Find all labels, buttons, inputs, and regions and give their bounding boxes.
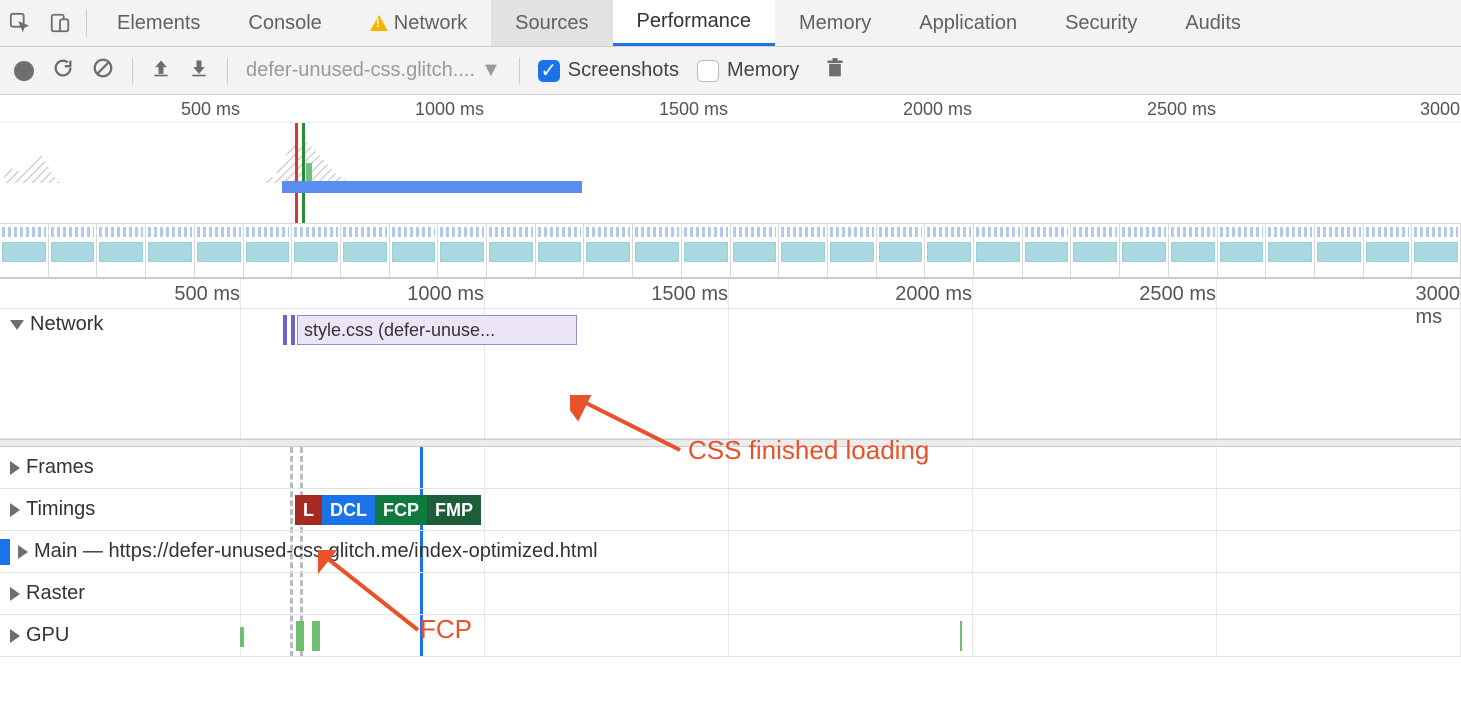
tab-memory[interactable]: Memory: [775, 0, 895, 46]
timing-badges: L DCL FCP FMP: [295, 495, 481, 525]
memory-label: Memory: [727, 59, 799, 82]
recording-select-label: defer-unused-css.glitch....: [246, 59, 475, 82]
tick-label: 2000 ms: [903, 99, 972, 120]
chevron-right-icon: [10, 629, 20, 643]
tab-security[interactable]: Security: [1041, 0, 1161, 46]
pane-splitter[interactable]: [0, 439, 1461, 447]
performance-toolbar: defer-unused-css.glitch.... ▼ ✓ Screensh…: [0, 47, 1461, 95]
checkbox-checked-icon: ✓: [538, 60, 560, 82]
track-timings-label: Timings: [26, 498, 95, 521]
gpu-activity: [960, 621, 962, 651]
inspect-icon[interactable]: [0, 0, 40, 46]
timeline-overview[interactable]: 500 ms 1000 ms 1500 ms 2000 ms 2500 ms 3…: [0, 95, 1461, 279]
reload-icon[interactable]: [52, 57, 74, 85]
overview-ruler: 500 ms 1000 ms 1500 ms 2000 ms 2500 ms 3…: [0, 95, 1461, 123]
overview-fcp-marker: [302, 123, 305, 223]
divider: [519, 58, 520, 84]
network-request-wait: [283, 315, 295, 345]
track-network[interactable]: Network style.css (defer-unuse...: [0, 309, 1461, 439]
tab-performance[interactable]: Performance: [613, 0, 776, 46]
track-main-label: Main — https://defer-unused-css.glitch.m…: [34, 540, 598, 563]
tab-network[interactable]: Network: [346, 0, 491, 46]
chevron-right-icon: [10, 503, 20, 517]
tab-application[interactable]: Application: [895, 0, 1041, 46]
timing-badge-fcp[interactable]: FCP: [375, 495, 427, 525]
timing-badge-dcl[interactable]: DCL: [322, 495, 375, 525]
tick-label: 1500 ms: [659, 99, 728, 120]
warning-icon: [370, 15, 388, 31]
tick-label: 3000: [1420, 99, 1460, 120]
overview-body: [0, 123, 1461, 223]
track-raster[interactable]: Raster: [0, 573, 1461, 615]
tick-label: 1000 ms: [407, 283, 484, 306]
overview-load-marker: [295, 123, 298, 223]
tab-sources[interactable]: Sources: [491, 0, 612, 46]
clear-icon[interactable]: [92, 57, 114, 85]
lower-tracks: Frames Timings L DCL FCP FMP Main — http…: [0, 447, 1461, 657]
tick-label: 2500 ms: [1139, 283, 1216, 306]
chevron-right-icon: [10, 587, 20, 601]
tick-label: 500 ms: [174, 283, 240, 306]
devtools-tabbar: Elements Console Network Sources Perform…: [0, 0, 1461, 47]
chevron-right-icon: [10, 461, 20, 475]
track-gpu-label: GPU: [26, 624, 69, 647]
track-raster-label: Raster: [26, 582, 85, 605]
record-button[interactable]: [14, 61, 34, 81]
chevron-down-icon: ▼: [481, 59, 501, 82]
gpu-activity: [240, 627, 244, 647]
tick-label: 2000 ms: [895, 283, 972, 306]
tick-label: 1500 ms: [651, 283, 728, 306]
track-network-header[interactable]: Network: [0, 313, 103, 336]
network-request-bar[interactable]: style.css (defer-unuse...: [297, 315, 577, 345]
chevron-down-icon: [10, 320, 24, 330]
detail-ruler: 500 ms 1000 ms 1500 ms 2000 ms 2500 ms 3…: [0, 279, 1461, 309]
track-frames-label: Frames: [26, 456, 94, 479]
timing-badge-l[interactable]: L: [295, 495, 322, 525]
overview-network-bar: [282, 181, 582, 193]
tick-label: 500 ms: [181, 99, 240, 120]
divider: [132, 58, 133, 84]
tab-elements[interactable]: Elements: [93, 0, 224, 46]
tab-network-label: Network: [394, 12, 467, 35]
tab-console[interactable]: Console: [224, 0, 345, 46]
checkbox-icon: [697, 60, 719, 82]
track-gpu[interactable]: GPU: [0, 615, 1461, 657]
gpu-activity: [296, 621, 304, 651]
divider: [227, 58, 228, 84]
tick-label: 2500 ms: [1147, 99, 1216, 120]
download-icon[interactable]: [189, 58, 209, 84]
memory-toggle[interactable]: Memory: [697, 59, 799, 82]
recording-select[interactable]: defer-unused-css.glitch.... ▼: [246, 59, 501, 82]
chevron-right-icon: [18, 545, 28, 559]
gpu-activity: [312, 621, 320, 651]
screenshots-label: Screenshots: [568, 59, 679, 82]
screenshots-toggle[interactable]: ✓ Screenshots: [538, 59, 679, 82]
divider: [86, 9, 87, 37]
track-network-label: Network: [30, 313, 103, 336]
upload-icon[interactable]: [151, 58, 171, 84]
track-timings[interactable]: Timings L DCL FCP FMP: [0, 489, 1461, 531]
screenshot-filmstrip[interactable]: [0, 223, 1461, 278]
tab-audits[interactable]: Audits: [1161, 0, 1265, 46]
timing-badge-fmp[interactable]: FMP: [427, 495, 481, 525]
flamechart-area[interactable]: 500 ms 1000 ms 1500 ms 2000 ms 2500 ms 3…: [0, 279, 1461, 657]
track-main[interactable]: Main — https://defer-unused-css.glitch.m…: [0, 531, 1461, 573]
delete-icon[interactable]: [825, 57, 845, 85]
network-request-label: style.css (defer-unuse...: [304, 320, 495, 341]
tick-label: 1000 ms: [415, 99, 484, 120]
device-toggle-icon[interactable]: [40, 0, 80, 46]
track-frames[interactable]: Frames: [0, 447, 1461, 489]
